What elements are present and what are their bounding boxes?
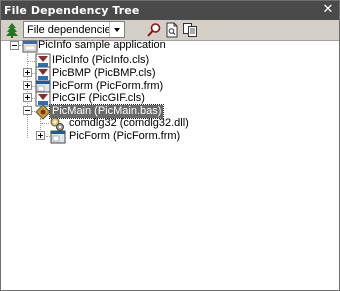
document-view-icon[interactable] [164,22,180,38]
title-bar[interactable]: File Dependency Tree ✕ [1,1,339,20]
window-title: File Dependency Tree [4,4,140,17]
toolbar: File dependencies [1,20,339,41]
view-mode-value: File dependencies [27,24,117,36]
tree-line [28,61,35,62]
find-icon[interactable] [146,22,162,38]
tree-icon[interactable] [4,22,20,38]
collapse-root-toggle[interactable] [10,41,19,50]
copy-icon[interactable] [182,22,198,38]
chevron-down-icon[interactable] [109,22,124,37]
tree-line [41,123,49,124]
expand-picbmp-toggle[interactable] [23,68,32,77]
close-icon[interactable]: ✕ [322,3,334,17]
tree-node-picmain-picform[interactable]: PicForm (PicForm.frm) [67,130,182,143]
form-icon [50,130,66,144]
expand-picgif-toggle[interactable] [23,93,32,102]
collapse-picmain-toggle[interactable] [23,106,32,115]
file-dependency-tree-window: File Dependency Tree ✕ File dependencies [0,0,340,291]
expand-picmain-picform-toggle[interactable] [36,131,45,140]
tree-node-picgif[interactable]: PicGIF (PicGIF.cls) [50,92,147,105]
view-mode-select[interactable]: File dependencies [23,21,125,38]
tree-node-root[interactable]: PicInfo sample application [36,39,168,52]
dependency-tree[interactable]: PicInfo sample application IPicInfo (Pic… [1,39,339,290]
tree-node-picbmp[interactable]: PicBMP (PicBMP.cls) [50,67,158,80]
tree-node-ipicinfo[interactable]: IPicInfo (PicInfo.cls) [50,54,151,67]
tree-node-comdlg32[interactable]: comdlg32 (comdlg32.dll) [67,117,191,130]
expand-picform-toggle[interactable] [23,81,32,90]
